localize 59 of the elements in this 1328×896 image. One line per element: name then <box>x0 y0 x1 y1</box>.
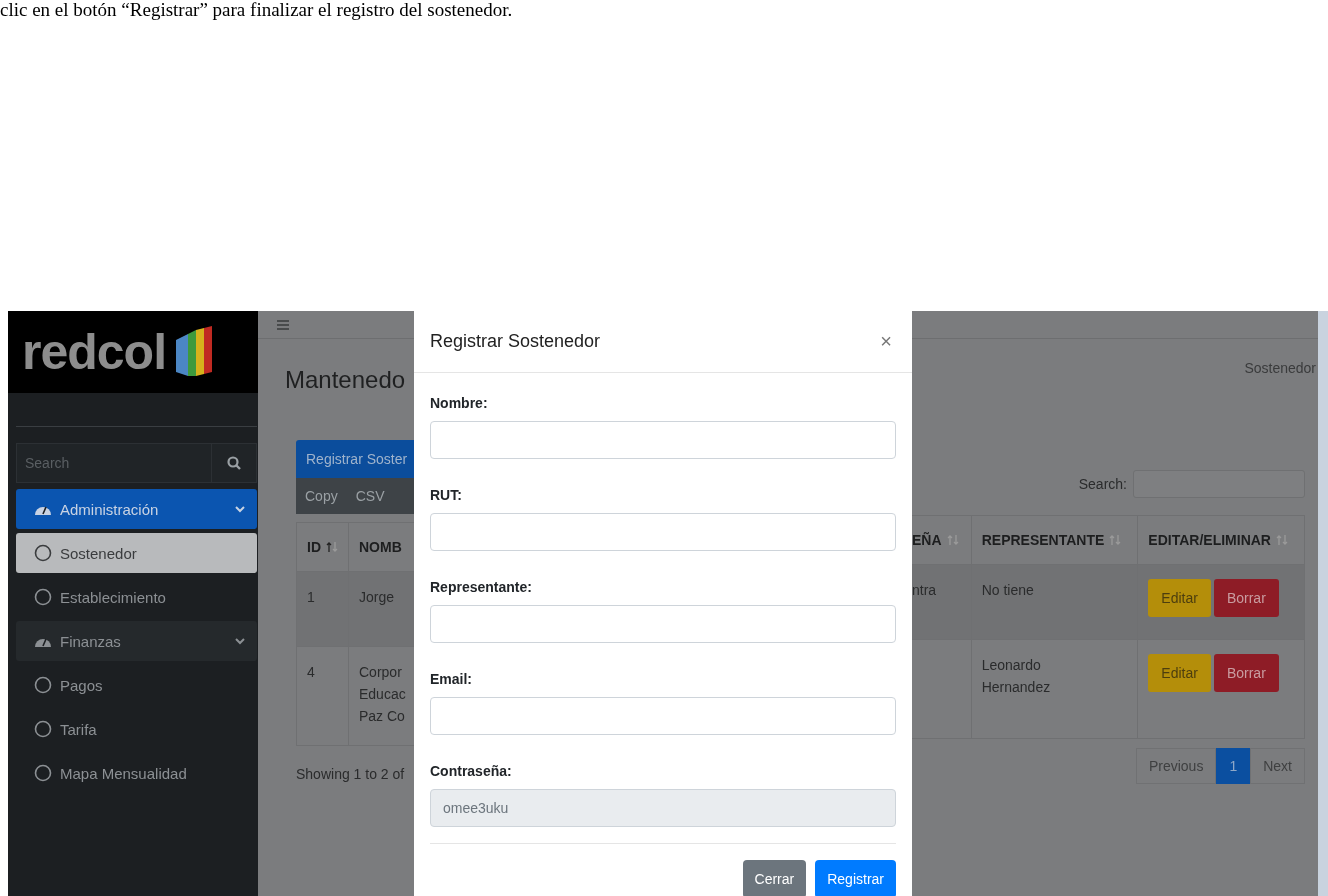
input-field[interactable] <box>430 605 896 643</box>
dialog-title: Registrar Sostenedor <box>430 331 601 352</box>
table-cell: Leonardo Hernandez <box>971 639 1138 739</box>
field-label: Email: <box>430 671 473 688</box>
sidebar-item[interactable]: Pagos <box>16 665 257 705</box>
delete-button[interactable]: Borrar <box>1213 654 1279 692</box>
table-cell: No tiene <box>971 564 1138 640</box>
pagination-button[interactable]: Previous <box>1135 748 1217 784</box>
table-cell: ntra <box>912 564 972 640</box>
chevron-icon <box>235 505 245 513</box>
sidebar-item[interactable]: Administración <box>16 489 257 529</box>
sidebar-item[interactable]: Tarifa <box>16 709 257 749</box>
circle-icon <box>34 588 52 606</box>
logo-icon <box>174 326 215 378</box>
export-button[interactable]: CSV <box>346 488 394 504</box>
page-title: Mantenedo <box>285 366 407 394</box>
table-cell: 1 <box>296 571 349 647</box>
input-field[interactable] <box>430 421 896 459</box>
table-info: Showing 1 to 2 of <box>296 766 406 782</box>
circle-icon <box>34 720 52 738</box>
edit-button[interactable]: Editar <box>1148 579 1211 617</box>
logo-text: redcol <box>22 323 167 381</box>
chevron-icon <box>235 637 245 645</box>
breadcrumb: Sostenedor <box>1243 360 1316 376</box>
circle-icon <box>34 544 52 562</box>
column-header[interactable]: REPRESENTANTE <box>971 515 1138 565</box>
column-header[interactable]: EDITAR/ELIMINAR <box>1137 515 1305 565</box>
circle-icon <box>34 676 52 694</box>
pagination-button[interactable]: 1 <box>1216 748 1251 784</box>
column-header[interactable]: EÑA <box>912 515 972 565</box>
field-label: Representante: <box>430 579 533 596</box>
search-field[interactable]: Search <box>16 443 211 483</box>
delete-button[interactable]: Borrar <box>1213 579 1279 617</box>
search-label: Search: <box>1078 476 1127 492</box>
export-button[interactable]: Copy <box>296 488 347 504</box>
column-header[interactable]: ID <box>296 522 349 572</box>
register-button[interactable]: Registrar <box>815 860 896 896</box>
field-label: Contraseña: <box>430 763 513 780</box>
sidebar-item[interactable]: Establecimiento <box>16 577 257 617</box>
scrollbar[interactable] <box>1318 311 1328 896</box>
input-field[interactable] <box>430 697 896 735</box>
circle-icon <box>34 764 52 782</box>
document-paragraph: clic en el botón “Registrar” para finalizar el registro del sostenedor. <box>0 0 513 20</box>
input-field[interactable]: omee3uku <box>430 789 896 827</box>
field-label: Nombre: <box>430 395 489 412</box>
edit-button[interactable]: Editar <box>1148 654 1211 692</box>
table-cell: 4 <box>296 646 349 746</box>
sidebar-item[interactable]: Sostenedor <box>16 533 257 573</box>
table-cell: Jorge <box>348 571 417 647</box>
close-button[interactable]: Cerrar <box>742 860 807 896</box>
input-field[interactable] <box>430 513 896 551</box>
sidebar-item[interactable]: Finanzas <box>16 621 257 661</box>
field-label: RUT: <box>430 487 463 504</box>
sidebar-item[interactable]: Mapa Mensualidad <box>16 753 257 793</box>
menu-icon[interactable] <box>277 319 289 330</box>
register-button[interactable]: Registrar Soster <box>296 440 414 478</box>
pagination-button[interactable]: Next <box>1250 748 1305 784</box>
search-icon[interactable] <box>211 443 257 483</box>
close-button[interactable]: × <box>876 330 896 353</box>
